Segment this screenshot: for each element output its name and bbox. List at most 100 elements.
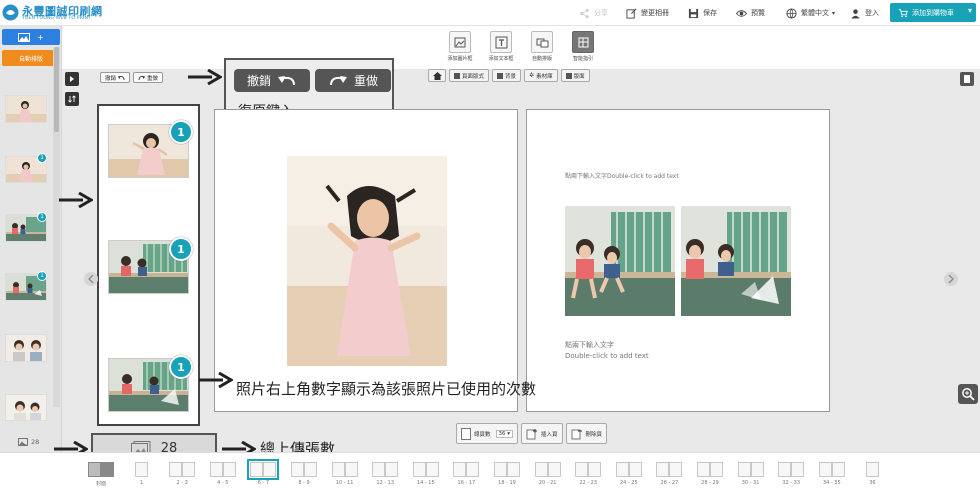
filmstrip-spread[interactable] xyxy=(291,462,317,477)
filmstrip-spread[interactable] xyxy=(615,462,642,477)
filmstrip-page xyxy=(778,462,792,477)
usage-count-badge: 1 xyxy=(169,120,193,144)
next-page-button[interactable] xyxy=(944,272,958,286)
filmstrip-spread[interactable] xyxy=(453,462,480,477)
zoom-button[interactable] xyxy=(958,384,978,404)
chevron-down-icon: ▾ xyxy=(967,6,972,15)
text-placeholder[interactable]: 點兩下輸入文字 Double-click to add text xyxy=(565,340,649,362)
filmstrip-spread[interactable] xyxy=(209,462,236,477)
filmstrip-page xyxy=(331,462,345,477)
filmstrip-page xyxy=(628,462,642,477)
zoom-in-icon xyxy=(962,388,975,401)
save-button[interactable]: 保存 xyxy=(688,6,717,20)
delete-page-icon xyxy=(571,429,582,439)
auto-layout-tool[interactable]: 自動排版 xyxy=(527,31,557,62)
arrow-right-icon xyxy=(59,192,93,208)
tab-page-layout[interactable]: 頁面版式 xyxy=(449,69,490,82)
filmstrip-label: 36 xyxy=(869,480,876,486)
filmstrip-label: 4 - 5 xyxy=(217,480,229,486)
filmstrip-page xyxy=(453,462,467,477)
filmstrip-label: 10 - 11 xyxy=(335,480,354,486)
filmstrip-label: 34 - 35 xyxy=(822,480,841,486)
undo-button-large[interactable]: 撤銷 xyxy=(234,69,310,92)
filmstrip-page xyxy=(222,462,236,477)
arrow-right-icon xyxy=(199,372,233,388)
page-photo-frame[interactable] xyxy=(287,156,447,366)
expand-panel-button[interactable] xyxy=(65,72,79,86)
insert-page-button[interactable]: 插入頁 xyxy=(521,423,563,444)
page-photo-frame[interactable] xyxy=(565,206,675,316)
filmstrip-page xyxy=(291,462,304,477)
page-left[interactable] xyxy=(214,109,518,412)
logo-icon xyxy=(2,4,19,21)
filmstrip-page xyxy=(169,462,183,477)
language-select[interactable]: 繁體中文 ▾ xyxy=(786,6,835,20)
filmstrip-spread[interactable] xyxy=(656,462,683,477)
edit-book-button[interactable]: 變更相冊 xyxy=(626,6,669,20)
filmstrip-spread[interactable] xyxy=(169,462,196,477)
add-image-frame-tool[interactable]: 添加圖片框 xyxy=(445,31,475,62)
filmstrip-spread[interactable] xyxy=(818,462,845,477)
page-right[interactable]: 點兩下輸入文字Double-click to add text 點兩下輸入文字 … xyxy=(526,109,830,412)
arrow-right-icon xyxy=(188,69,222,85)
filmstrip-page xyxy=(372,462,386,477)
filmstrip-label: 12 - 13 xyxy=(376,480,395,486)
tool-label: 添加圖片框 xyxy=(447,56,473,62)
photo-thumbnail[interactable] xyxy=(5,95,47,123)
filmstrip-spread[interactable] xyxy=(412,462,439,477)
photo-thumbnail[interactable] xyxy=(5,334,47,362)
tab-background[interactable]: 背景 xyxy=(492,69,522,82)
home-button[interactable] xyxy=(428,69,446,82)
filmstrip-spread[interactable] xyxy=(697,462,723,477)
tool-label: 添加文本框 xyxy=(488,56,514,62)
page-photo-frame[interactable] xyxy=(681,206,791,316)
page-count-control[interactable]: 總頁數 36 ▾ xyxy=(456,423,519,444)
save-label: 保存 xyxy=(703,9,717,17)
sort-button[interactable] xyxy=(65,92,79,106)
photo-thumbnail[interactable] xyxy=(5,394,47,421)
usage-count-badge: 1 xyxy=(169,355,193,379)
filmstrip-spread[interactable] xyxy=(534,462,561,477)
redo-button-large[interactable]: 重做 xyxy=(315,69,391,92)
undo-label: 撤銷 xyxy=(105,75,117,82)
undo-icon xyxy=(278,76,295,86)
filmstrip-spread[interactable] xyxy=(372,462,399,477)
filmstrip-spread[interactable] xyxy=(494,462,520,477)
filmstrip-spread[interactable] xyxy=(247,459,280,480)
filmstrip-cover[interactable] xyxy=(88,462,114,477)
language-label: 繁體中文 xyxy=(801,9,829,17)
filmstrip-spread[interactable] xyxy=(331,462,358,477)
filmstrip-spread[interactable] xyxy=(135,462,149,477)
filmstrip-spread[interactable] xyxy=(737,462,764,477)
add-to-cart-button[interactable]: 添加到購物車 ▾ xyxy=(890,3,976,22)
add-photo-button[interactable]: + xyxy=(2,29,60,45)
redo-icon xyxy=(329,76,347,86)
share-button[interactable]: 分享 xyxy=(579,6,608,20)
filmstrip-page xyxy=(507,462,520,477)
filmstrip-label: 2 - 3 xyxy=(176,480,188,486)
filmstrip-spread[interactable] xyxy=(865,462,879,477)
filmstrip-page xyxy=(88,462,101,477)
tab-layout[interactable]: 版面 xyxy=(560,69,590,82)
preview-button[interactable]: 預覽 xyxy=(736,6,765,20)
filmstrip-page xyxy=(425,462,439,477)
side-tool-button[interactable] xyxy=(960,72,974,86)
login-button[interactable]: 登入 xyxy=(850,6,879,20)
page-count-select[interactable]: 36 ▾ xyxy=(495,429,514,438)
filmstrip-spread[interactable] xyxy=(778,462,805,477)
undo-button[interactable]: 撤銷 xyxy=(100,72,131,83)
tab-materials[interactable]: ✲ 素材庫 xyxy=(524,69,558,82)
redo-button[interactable]: 重做 xyxy=(133,72,164,83)
background-icon xyxy=(497,72,504,79)
filmstrip-spread[interactable] xyxy=(575,462,602,477)
photo-kids-pool xyxy=(565,206,675,316)
logo[interactable]: 永豐圖誠印刷網 YUEN FOONG WEB TO PRINT xyxy=(2,3,102,23)
smart-guide-tool[interactable]: 智能指引 xyxy=(568,31,598,62)
filmstrip-label: 16 - 17 xyxy=(457,480,476,486)
scrollbar-thumb[interactable] xyxy=(54,47,59,132)
add-text-box-tool[interactable]: 添加文本框 xyxy=(486,31,516,62)
previous-page-button[interactable] xyxy=(84,272,98,286)
delete-page-button[interactable]: 刪除頁 xyxy=(565,423,608,444)
text-placeholder[interactable]: 點兩下輸入文字Double-click to add text xyxy=(565,171,679,180)
filmstrip-page xyxy=(263,462,277,477)
